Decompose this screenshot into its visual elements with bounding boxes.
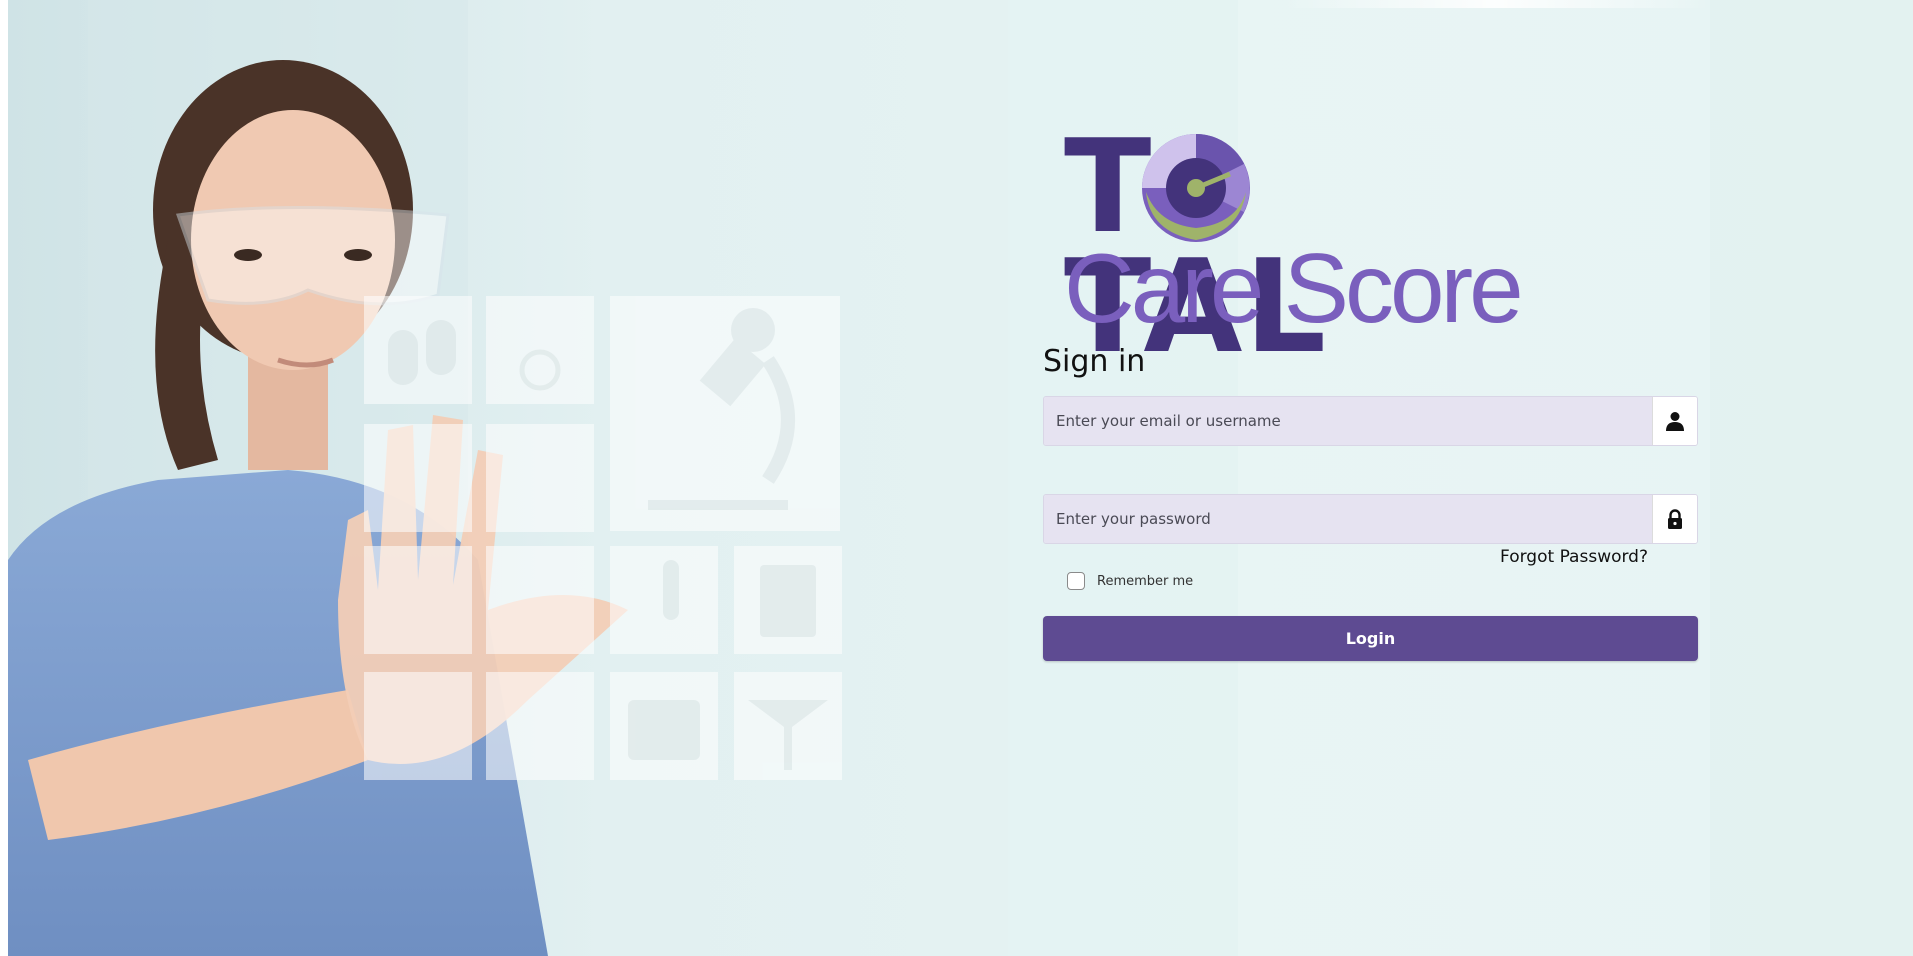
- hero-image: [8, 0, 1008, 956]
- forgot-password-link[interactable]: Forgot Password?: [1500, 547, 1648, 567]
- user-icon: [1666, 412, 1684, 431]
- page-title: Sign in: [1043, 344, 1146, 379]
- remember-me-row: Remember me: [1067, 570, 1698, 592]
- left-edge: [0, 0, 8, 956]
- logo-care-score-text: Care Score: [1064, 233, 1524, 343]
- password-input[interactable]: [1044, 495, 1652, 543]
- username-addon: [1652, 397, 1697, 445]
- login-page: TTAL Care Score Sign in Enter your email…: [0, 0, 1913, 956]
- brand-logo: TTAL Care Score: [1064, 124, 1524, 372]
- background-highlight: [1280, 0, 1710, 8]
- gauge-icon: [1142, 134, 1250, 242]
- lock-icon: [1668, 509, 1682, 529]
- username-input[interactable]: [1044, 397, 1652, 445]
- signin-form: Sign in Forgot Password?: [1043, 340, 1698, 661]
- password-addon: [1652, 495, 1697, 543]
- remember-me-label[interactable]: Remember me: [1097, 574, 1193, 589]
- password-field: [1043, 494, 1698, 544]
- remember-me-checkbox[interactable]: [1067, 572, 1085, 590]
- login-button[interactable]: Login: [1043, 616, 1698, 661]
- username-field: [1043, 396, 1698, 446]
